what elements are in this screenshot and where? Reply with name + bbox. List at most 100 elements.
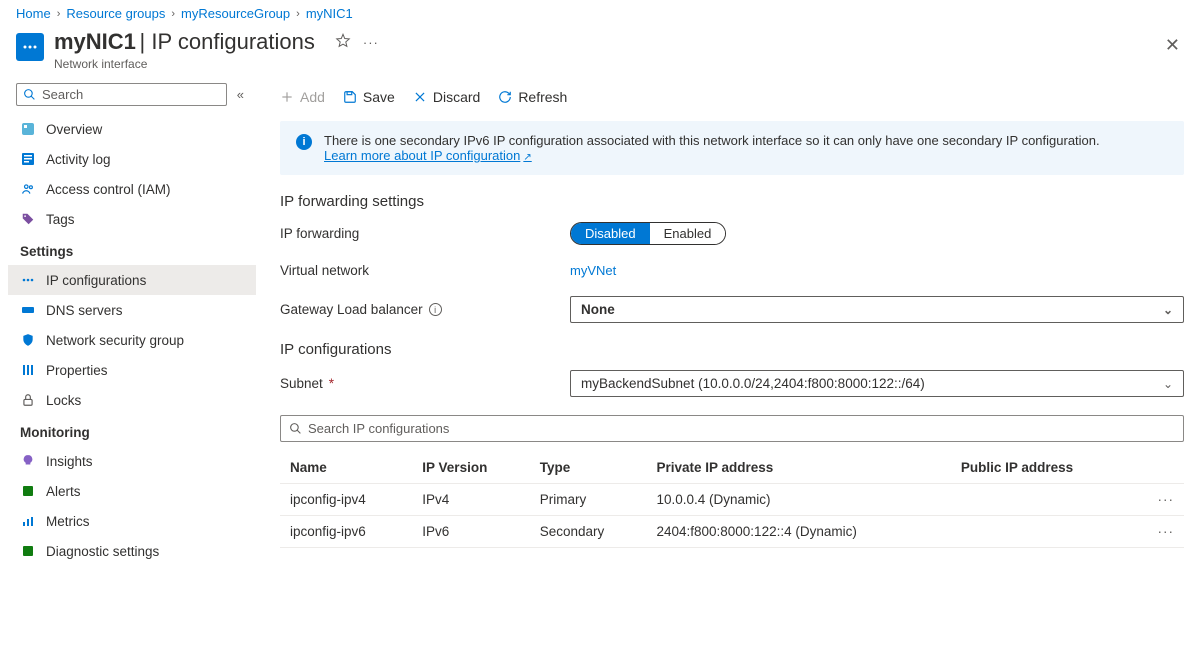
cell-type: Secondary xyxy=(530,516,647,548)
ipforwarding-label: IP forwarding xyxy=(280,226,570,241)
tags-icon xyxy=(20,211,36,227)
row-more-icon[interactable]: ··· xyxy=(1134,484,1184,516)
resource-icon xyxy=(16,33,44,61)
page-title: myNIC1 | IP configurations xyxy=(54,29,315,55)
cell-public xyxy=(951,484,1134,516)
save-button[interactable]: Save xyxy=(343,89,395,105)
breadcrumb-item[interactable]: Resource groups xyxy=(66,6,165,21)
sidebar-item-label: Alerts xyxy=(46,484,81,499)
sidebar-item-label: Metrics xyxy=(46,514,90,529)
subnet-label: Subnet * xyxy=(280,376,570,391)
alerts-icon xyxy=(20,483,36,499)
overview-icon xyxy=(20,121,36,137)
sidebar-item-label: Locks xyxy=(46,393,81,408)
sidebar-item-properties[interactable]: Properties xyxy=(8,355,256,385)
close-icon[interactable]: ✕ xyxy=(1165,35,1180,56)
sidebar-item-label: Network security group xyxy=(46,333,184,348)
info-icon[interactable]: i xyxy=(429,303,442,316)
toolbar: Add Save Discard Refresh xyxy=(280,83,1184,121)
sidebar-item-ipconfigurations[interactable]: IP configurations xyxy=(8,265,256,295)
sidebar-item-metrics[interactable]: Metrics xyxy=(8,506,256,536)
info-banner: i There is one secondary IPv6 IP configu… xyxy=(280,121,1184,175)
cell-private: 2404:f800:8000:122::4 (Dynamic) xyxy=(646,516,950,548)
dns-icon xyxy=(20,302,36,318)
col-public[interactable]: Public IP address xyxy=(951,452,1134,484)
ipconfig-search-placeholder: Search IP configurations xyxy=(308,421,449,436)
col-type[interactable]: Type xyxy=(530,452,647,484)
sidebar-item-diagnostic[interactable]: Diagnostic settings xyxy=(8,536,256,566)
lock-icon xyxy=(20,392,36,408)
info-banner-text: There is one secondary IPv6 IP configura… xyxy=(324,133,1100,148)
gatewaylb-select[interactable]: None ⌄ xyxy=(570,296,1184,323)
properties-icon xyxy=(20,362,36,378)
sidebar-item-insights[interactable]: Insights xyxy=(8,446,256,476)
discard-button[interactable]: Discard xyxy=(413,89,480,105)
favorite-icon[interactable] xyxy=(335,33,351,52)
cell-type: Primary xyxy=(530,484,647,516)
metrics-icon xyxy=(20,513,36,529)
sidebar-item-iam[interactable]: Access control (IAM) xyxy=(8,174,256,204)
col-name[interactable]: Name xyxy=(280,452,412,484)
table-row[interactable]: ipconfig-ipv4 IPv4 Primary 10.0.0.4 (Dyn… xyxy=(280,484,1184,516)
sidebar-item-activitylog[interactable]: Activity log xyxy=(8,144,256,174)
row-more-icon[interactable]: ··· xyxy=(1134,516,1184,548)
sidebar-item-label: DNS servers xyxy=(46,303,123,318)
info-icon: i xyxy=(296,134,312,150)
section-title-forwarding: IP forwarding settings xyxy=(280,193,1184,210)
cell-name: ipconfig-ipv6 xyxy=(280,516,412,548)
ipforwarding-toggle[interactable]: Disabled Enabled xyxy=(570,222,726,245)
collapse-sidebar-icon[interactable]: « xyxy=(233,87,248,102)
ipconfig-search-input[interactable]: Search IP configurations xyxy=(280,415,1184,442)
sidebar-item-alerts[interactable]: Alerts xyxy=(8,476,256,506)
cell-version: IPv6 xyxy=(412,516,529,548)
more-icon[interactable]: ··· xyxy=(363,35,379,50)
breadcrumb-item[interactable]: myResourceGroup xyxy=(181,6,290,21)
breadcrumb-item[interactable]: myNIC1 xyxy=(306,6,353,21)
sidebar-item-overview[interactable]: Overview xyxy=(8,114,256,144)
info-banner-link[interactable]: Learn more about IP configuration↗ xyxy=(324,148,532,163)
sidebar: Search « Overview Activity log Access co… xyxy=(0,79,256,578)
resource-type-label: Network interface xyxy=(54,57,379,71)
sidebar-item-locks[interactable]: Locks xyxy=(8,385,256,415)
ipforwarding-disabled-option[interactable]: Disabled xyxy=(571,223,650,244)
breadcrumb: Home › Resource groups › myResourceGroup… xyxy=(0,0,1200,25)
sidebar-item-label: Tags xyxy=(46,212,75,227)
cell-public xyxy=(951,516,1134,548)
search-placeholder: Search xyxy=(42,87,83,102)
virtualnetwork-link[interactable]: myVNet xyxy=(570,263,616,278)
diagnostic-icon xyxy=(20,543,36,559)
col-version[interactable]: IP Version xyxy=(412,452,529,484)
cell-version: IPv4 xyxy=(412,484,529,516)
section-title-ipconfigs: IP configurations xyxy=(280,341,1184,358)
ipconfig-table: Name IP Version Type Private IP address … xyxy=(280,452,1184,548)
page-header: myNIC1 | IP configurations ··· Network i… xyxy=(0,25,1200,79)
sidebar-search-input[interactable]: Search xyxy=(16,83,227,106)
external-link-icon: ↗ xyxy=(523,152,531,163)
table-row[interactable]: ipconfig-ipv6 IPv6 Secondary 2404:f800:8… xyxy=(280,516,1184,548)
sidebar-item-label: Properties xyxy=(46,363,108,378)
chevron-right-icon: › xyxy=(296,8,300,20)
chevron-right-icon: › xyxy=(57,8,61,20)
virtualnetwork-label: Virtual network xyxy=(280,263,570,278)
breadcrumb-item[interactable]: Home xyxy=(16,6,51,21)
subnet-select[interactable]: myBackendSubnet (10.0.0.0/24,2404:f800:8… xyxy=(570,370,1184,397)
sidebar-item-label: Access control (IAM) xyxy=(46,182,171,197)
iam-icon xyxy=(20,181,36,197)
ipforwarding-enabled-option[interactable]: Enabled xyxy=(650,223,726,244)
add-button[interactable]: Add xyxy=(280,89,325,105)
main-content: Add Save Discard Refresh i There is one … xyxy=(256,79,1200,578)
cell-name: ipconfig-ipv4 xyxy=(280,484,412,516)
cell-private: 10.0.0.4 (Dynamic) xyxy=(646,484,950,516)
gatewaylb-label: Gateway Load balancer i xyxy=(280,302,570,317)
sidebar-item-dnsservers[interactable]: DNS servers xyxy=(8,295,256,325)
sidebar-item-tags[interactable]: Tags xyxy=(8,204,256,234)
sidebar-item-nsg[interactable]: Network security group xyxy=(8,325,256,355)
sidebar-item-label: Insights xyxy=(46,454,93,469)
col-private[interactable]: Private IP address xyxy=(646,452,950,484)
chevron-down-icon: ⌄ xyxy=(1163,377,1173,391)
refresh-button[interactable]: Refresh xyxy=(498,89,567,105)
insights-icon xyxy=(20,453,36,469)
activitylog-icon xyxy=(20,151,36,167)
chevron-right-icon: › xyxy=(171,8,175,20)
sidebar-item-label: Overview xyxy=(46,122,102,137)
